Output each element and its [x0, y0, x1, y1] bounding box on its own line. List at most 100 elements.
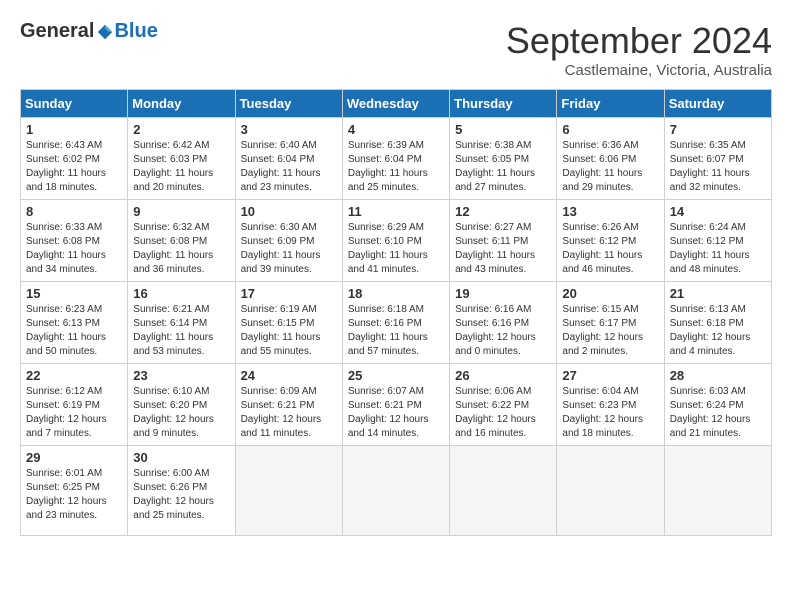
calendar-cell: 6 Sunrise: 6:36 AMSunset: 6:06 PMDaylight…	[557, 118, 664, 200]
day-number: 2	[133, 122, 229, 137]
day-number: 26	[455, 368, 551, 383]
day-number: 22	[26, 368, 122, 383]
calendar-cell: 2 Sunrise: 6:42 AMSunset: 6:03 PMDaylight…	[128, 118, 235, 200]
day-number: 21	[670, 286, 766, 301]
day-number: 30	[133, 450, 229, 465]
calendar-cell: 24Sunrise: 6:09 AMSunset: 6:21 PMDayligh…	[235, 364, 342, 446]
cell-info: Sunrise: 6:06 AMSunset: 6:22 PMDaylight:…	[455, 386, 536, 439]
calendar-header-row: SundayMondayTuesdayWednesdayThursdayFrid…	[21, 90, 772, 118]
day-number: 11	[348, 204, 444, 219]
weekday-header: Saturday	[664, 90, 771, 118]
day-number: 29	[26, 450, 122, 465]
calendar-cell: 29 Sunrise: 6:01 AMSunset: 6:25 PMDayligh…	[21, 446, 128, 536]
calendar-cell: 30 Sunrise: 6:00 AMSunset: 6:26 PMDayligh…	[128, 446, 235, 536]
cell-info: Sunrise: 6:36 AMSunset: 6:06 PMDaylight:…	[562, 140, 642, 193]
day-number: 16	[133, 286, 229, 301]
weekday-header: Monday	[128, 90, 235, 118]
cell-info: Sunrise: 6:24 AMSunset: 6:12 PMDaylight:…	[670, 222, 750, 275]
cell-info: Sunrise: 6:19 AMSunset: 6:15 PMDaylight:…	[241, 304, 321, 357]
calendar-cell: 3Sunrise: 6:40 AMSunset: 6:04 PMDaylight…	[235, 118, 342, 200]
day-number: 14	[670, 204, 766, 219]
logo-icon	[96, 23, 114, 41]
day-number: 6	[562, 122, 658, 137]
logo-general: General	[20, 20, 94, 43]
calendar-cell	[235, 446, 342, 536]
calendar-cell: 26 Sunrise: 6:06 AMSunset: 6:22 PMDayligh…	[450, 364, 557, 446]
calendar-cell: 14 Sunrise: 6:24 AMSunset: 6:12 PMDayligh…	[664, 200, 771, 282]
calendar-cell: 10 Sunrise: 6:30 AMSunset: 6:09 PMDayligh…	[235, 200, 342, 282]
calendar-cell	[664, 446, 771, 536]
calendar-week-row: 1 Sunrise: 6:43 AMSunset: 6:02 PMDaylight…	[21, 118, 772, 200]
day-number: 3	[241, 122, 337, 137]
cell-info: Sunrise: 6:21 AMSunset: 6:14 PMDaylight:…	[133, 304, 213, 357]
day-number: 28	[670, 368, 766, 383]
calendar-cell	[557, 446, 664, 536]
cell-info: Sunrise: 6:30 AMSunset: 6:09 PMDaylight:…	[241, 222, 321, 275]
logo-blue: Blue	[114, 20, 157, 43]
calendar-cell: 27 Sunrise: 6:04 AMSunset: 6:23 PMDayligh…	[557, 364, 664, 446]
day-number: 8	[26, 204, 122, 219]
calendar-table: SundayMondayTuesdayWednesdayThursdayFrid…	[20, 89, 772, 536]
calendar-cell: 15 Sunrise: 6:23 AMSunset: 6:13 PMDayligh…	[21, 282, 128, 364]
title-area: September 2024 Castlemaine, Victoria, Au…	[506, 20, 772, 79]
cell-info: Sunrise: 6:15 AMSunset: 6:17 PMDaylight:…	[562, 304, 643, 357]
calendar-cell: 20Sunrise: 6:15 AMSunset: 6:17 PMDayligh…	[557, 282, 664, 364]
location: Castlemaine, Victoria, Australia	[506, 62, 772, 79]
calendar-cell: 9 Sunrise: 6:32 AMSunset: 6:08 PMDaylight…	[128, 200, 235, 282]
calendar-cell: 22 Sunrise: 6:12 AMSunset: 6:19 PMDayligh…	[21, 364, 128, 446]
calendar-cell: 17 Sunrise: 6:19 AMSunset: 6:15 PMDayligh…	[235, 282, 342, 364]
day-number: 23	[133, 368, 229, 383]
calendar-cell: 11Sunrise: 6:29 AMSunset: 6:10 PMDayligh…	[342, 200, 449, 282]
weekday-header: Wednesday	[342, 90, 449, 118]
day-number: 10	[241, 204, 337, 219]
day-number: 12	[455, 204, 551, 219]
cell-info: Sunrise: 6:32 AMSunset: 6:08 PMDaylight:…	[133, 222, 213, 275]
calendar-cell: 7Sunrise: 6:35 AMSunset: 6:07 PMDaylight…	[664, 118, 771, 200]
calendar-cell	[450, 446, 557, 536]
weekday-header: Tuesday	[235, 90, 342, 118]
cell-info: Sunrise: 6:18 AMSunset: 6:16 PMDaylight:…	[348, 304, 428, 357]
cell-info: Sunrise: 6:33 AMSunset: 6:08 PMDaylight:…	[26, 222, 106, 275]
cell-info: Sunrise: 6:16 AMSunset: 6:16 PMDaylight:…	[455, 304, 536, 357]
cell-info: Sunrise: 6:12 AMSunset: 6:19 PMDaylight:…	[26, 386, 107, 439]
cell-info: Sunrise: 6:00 AMSunset: 6:26 PMDaylight:…	[133, 468, 214, 521]
day-number: 15	[26, 286, 122, 301]
cell-info: Sunrise: 6:03 AMSunset: 6:24 PMDaylight:…	[670, 386, 751, 439]
calendar-cell: 25Sunrise: 6:07 AMSunset: 6:21 PMDayligh…	[342, 364, 449, 446]
cell-info: Sunrise: 6:10 AMSunset: 6:20 PMDaylight:…	[133, 386, 214, 439]
cell-info: Sunrise: 6:23 AMSunset: 6:13 PMDaylight:…	[26, 304, 106, 357]
cell-info: Sunrise: 6:43 AMSunset: 6:02 PMDaylight:…	[26, 140, 106, 193]
calendar-week-row: 29 Sunrise: 6:01 AMSunset: 6:25 PMDayligh…	[21, 446, 772, 536]
logo: General Blue	[20, 20, 158, 43]
calendar-cell: 19 Sunrise: 6:16 AMSunset: 6:16 PMDayligh…	[450, 282, 557, 364]
day-number: 5	[455, 122, 551, 137]
calendar-cell: 16 Sunrise: 6:21 AMSunset: 6:14 PMDayligh…	[128, 282, 235, 364]
calendar-cell: 23 Sunrise: 6:10 AMSunset: 6:20 PMDayligh…	[128, 364, 235, 446]
day-number: 27	[562, 368, 658, 383]
cell-info: Sunrise: 6:35 AMSunset: 6:07 PMDaylight:…	[670, 140, 750, 193]
cell-info: Sunrise: 6:01 AMSunset: 6:25 PMDaylight:…	[26, 468, 107, 521]
cell-info: Sunrise: 6:04 AMSunset: 6:23 PMDaylight:…	[562, 386, 643, 439]
calendar-cell: 1 Sunrise: 6:43 AMSunset: 6:02 PMDaylight…	[21, 118, 128, 200]
cell-info: Sunrise: 6:26 AMSunset: 6:12 PMDaylight:…	[562, 222, 642, 275]
page-header: General Blue September 2024 Castlemaine,…	[20, 20, 772, 79]
cell-info: Sunrise: 6:39 AMSunset: 6:04 PMDaylight:…	[348, 140, 428, 193]
cell-info: Sunrise: 6:38 AMSunset: 6:05 PMDaylight:…	[455, 140, 535, 193]
cell-info: Sunrise: 6:42 AMSunset: 6:03 PMDaylight:…	[133, 140, 213, 193]
weekday-header: Friday	[557, 90, 664, 118]
day-number: 24	[241, 368, 337, 383]
calendar-cell: 12Sunrise: 6:27 AMSunset: 6:11 PMDayligh…	[450, 200, 557, 282]
calendar-cell: 28 Sunrise: 6:03 AMSunset: 6:24 PMDayligh…	[664, 364, 771, 446]
calendar-week-row: 22 Sunrise: 6:12 AMSunset: 6:19 PMDayligh…	[21, 364, 772, 446]
calendar-cell: 21Sunrise: 6:13 AMSunset: 6:18 PMDayligh…	[664, 282, 771, 364]
day-number: 19	[455, 286, 551, 301]
weekday-header: Sunday	[21, 90, 128, 118]
day-number: 1	[26, 122, 122, 137]
day-number: 17	[241, 286, 337, 301]
day-number: 9	[133, 204, 229, 219]
calendar-cell: 5 Sunrise: 6:38 AMSunset: 6:05 PMDaylight…	[450, 118, 557, 200]
day-number: 13	[562, 204, 658, 219]
day-number: 25	[348, 368, 444, 383]
calendar-cell: 8 Sunrise: 6:33 AMSunset: 6:08 PMDaylight…	[21, 200, 128, 282]
calendar-week-row: 15 Sunrise: 6:23 AMSunset: 6:13 PMDayligh…	[21, 282, 772, 364]
